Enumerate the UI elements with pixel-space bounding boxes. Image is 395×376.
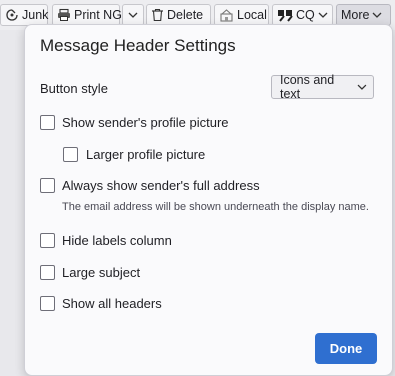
full-address-description: The email address will be shown undernea…	[62, 201, 369, 213]
archive-icon	[220, 9, 233, 22]
delete-button[interactable]: Delete	[146, 4, 211, 26]
larger-profile-picture-checkbox[interactable]	[63, 147, 78, 162]
cq-label: CQ	[296, 8, 315, 22]
large-subject-label: Large subject	[62, 265, 141, 280]
all-headers-checkbox[interactable]	[40, 296, 55, 311]
larger-profile-picture-label: Larger profile picture	[86, 147, 206, 162]
quote-icon	[278, 10, 293, 22]
full-address-checkbox[interactable]	[40, 178, 55, 193]
junk-icon	[6, 9, 18, 21]
all-headers-label: Show all headers	[62, 296, 162, 311]
chevron-down-icon	[357, 84, 367, 90]
print-button[interactable]: Print NG	[52, 4, 122, 26]
more-label: More	[341, 8, 370, 22]
button-style-select[interactable]: Icons and text	[271, 73, 374, 101]
delete-label: Delete	[167, 8, 204, 22]
done-button[interactable]: Done	[315, 333, 377, 364]
panel-title: Message Header Settings	[40, 36, 236, 55]
printer-icon	[58, 8, 70, 21]
chevron-down-icon	[318, 12, 328, 18]
chevron-down-icon	[128, 12, 138, 18]
button-style-label: Button style	[40, 81, 108, 96]
profile-picture-label: Show sender's profile picture	[62, 115, 229, 130]
cq-button[interactable]: CQ	[272, 4, 333, 26]
local-label: Local	[237, 8, 267, 22]
message-header-settings-panel: Message Header Settings Button style Ico…	[24, 24, 393, 376]
large-subject-checkbox[interactable]	[40, 265, 55, 280]
local-button[interactable]: Local	[214, 4, 269, 26]
trash-icon	[152, 8, 163, 22]
print-dropdown-button[interactable]	[122, 4, 144, 26]
full-address-label: Always show sender's full address	[62, 178, 260, 193]
profile-picture-checkbox[interactable]	[40, 115, 55, 130]
hide-labels-label: Hide labels column	[62, 233, 172, 248]
hide-labels-checkbox[interactable]	[40, 233, 55, 248]
more-button[interactable]: More	[336, 4, 391, 26]
button-style-value: Icons and text	[280, 73, 335, 101]
junk-button[interactable]: Junk	[0, 4, 48, 26]
chevron-down-icon	[373, 12, 382, 18]
print-label: Print NG	[74, 8, 122, 22]
junk-label: Junk	[22, 8, 49, 22]
